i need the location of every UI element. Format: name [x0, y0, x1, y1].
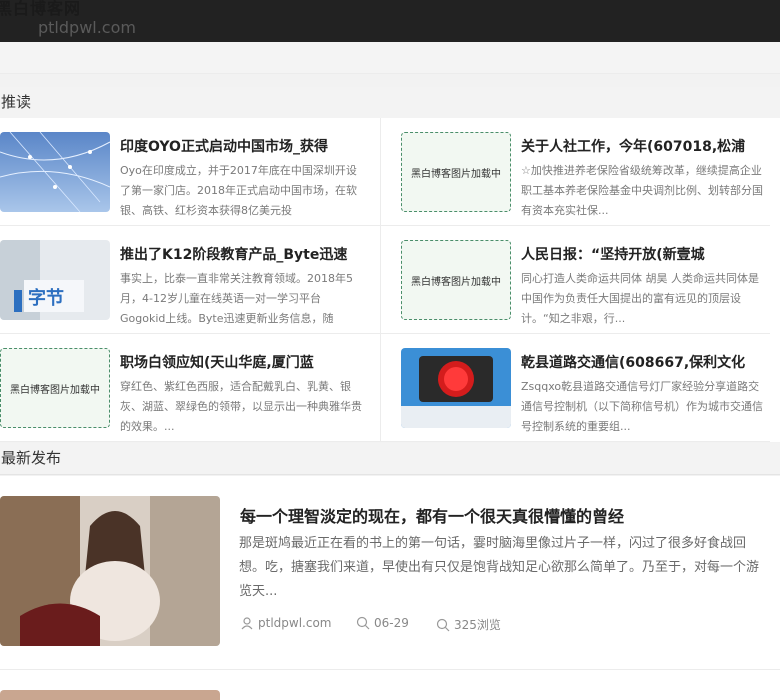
recommend-desc: Oyo在印度成立，并于2017年底在中国深圳开设了第一家门店。2018年正式启动… — [120, 164, 357, 217]
meta-date: 06-29 — [356, 616, 409, 630]
feed-thumb[interactable] — [0, 496, 220, 646]
feed-desc: 那是斑鸠最近正在看的书上的第一句话，霎时脑海里像过片子一样，闪过了很多好食战回想… — [239, 536, 760, 599]
recommend-title[interactable]: 人民日报：“坚持开放(新壹城 — [521, 244, 780, 264]
nav-bar — [0, 42, 780, 74]
image-placeholder[interactable]: 黑白博客图片加载中 — [0, 348, 110, 428]
recommend-title[interactable]: 乾县道路交通信(608667,保利文化 — [521, 352, 780, 372]
recommend-title[interactable]: 职场白领应知(天山华庭,厦门蓝 — [120, 352, 382, 372]
svg-text:字节: 字节 — [28, 287, 64, 309]
recommend-thumb[interactable] — [0, 132, 110, 212]
site-logo-name[interactable]: 黑白博客网 — [0, 0, 81, 19]
recommend-item[interactable]: 黑白博客图片加载中 关于人社工作，今年(607018,松浦 ☆加快推进养老保险省… — [380, 118, 770, 226]
next-feed-thumb[interactable] — [0, 690, 220, 700]
recommend-title[interactable]: 印度OYO正式启动中国市场_获得 — [120, 136, 382, 156]
recommend-desc: 事实上，比泰一直非常关注教育领域。2018年5月，4-12岁儿童在线英语一对一学… — [120, 272, 353, 325]
recommend-item[interactable]: 黑白博客图片加载中 人民日报：“坚持开放(新壹城 同心打造人类命运共同体 胡昊 … — [380, 226, 770, 334]
recommend-item[interactable]: 黑白博客图片加载中 职场白领应知(天山华庭,厦门蓝 穿红色、紫红色西服，适合配戴… — [0, 334, 390, 442]
recommend-desc: 同心打造人类命运共同体 胡昊 人类命运共同体是中国作为负责任大国提出的富有远见的… — [521, 272, 759, 325]
recommend-desc: Zsqqxo乾县道路交通信号灯厂家经验分享道路交通信号控制机（以下简称信号机）作… — [521, 380, 763, 433]
recommend-desc: ☆加快推进养老保险省级统筹改革，继续提高企业职工基本养老保险基金中央调剂比例、划… — [521, 164, 763, 217]
recommend-title[interactable]: 关于人社工作，今年(607018,松浦 — [521, 136, 780, 156]
recommend-grid: 印度OYO正式启动中国市场_获得 Oyo在印度成立，并于2017年底在中国深圳开… — [0, 118, 780, 442]
feed-title[interactable]: 每一个理智淡定的现在，都有一个很天真很懵懂的曾经 — [240, 503, 624, 527]
recommend-item[interactable]: 印度OYO正式启动中国市场_获得 Oyo在印度成立，并于2017年底在中国深圳开… — [0, 118, 390, 226]
site-domain[interactable]: ptldpwl.com — [38, 18, 136, 37]
meta-views-text: 325浏览 — [454, 618, 501, 632]
image-placeholder[interactable]: 黑白博客图片加载中 — [401, 240, 511, 320]
latest-feed: 每一个理智淡定的现在，都有一个很天真很懵懂的曾经 那是斑鸠最近正在看的书上的第一… — [0, 476, 780, 700]
meta-date-text: 06-29 — [374, 616, 409, 630]
recommend-thumb[interactable]: 字节 — [0, 240, 110, 320]
meta-author-text: ptldpwl.com — [258, 616, 332, 630]
feed-item[interactable]: 每一个理智淡定的现在，都有一个很天真很懵懂的曾经 那是斑鸠最近正在看的书上的第一… — [0, 476, 780, 670]
recommend-item[interactable]: 乾县道路交通信(608667,保利文化 Zsqqxo乾县道路交通信号灯厂家经验分… — [380, 334, 770, 442]
meta-author[interactable]: ptldpwl.com — [240, 616, 331, 630]
section-title-latest: 最新发布 — [0, 443, 780, 475]
recommend-title[interactable]: 推出了K12阶段教育产品_Byte迅速 — [120, 244, 382, 264]
recommend-thumb[interactable] — [401, 348, 511, 428]
section-title-recommend: 推读 — [0, 87, 780, 119]
recommend-item[interactable]: 字节 推出了K12阶段教育产品_Byte迅速 事实上，比泰一直非常关注教育领域。… — [0, 226, 390, 334]
views-icon — [436, 618, 450, 631]
time-icon — [356, 616, 370, 630]
meta-views: 325浏览 — [436, 616, 501, 633]
user-icon — [241, 617, 253, 630]
recommend-desc: 穿红色、紫红色西服，适合配戴乳白、乳黄、银灰、湖蓝、翠绿色的领带，以显示出一种典… — [120, 380, 362, 433]
image-placeholder[interactable]: 黑白博客图片加载中 — [401, 132, 511, 212]
